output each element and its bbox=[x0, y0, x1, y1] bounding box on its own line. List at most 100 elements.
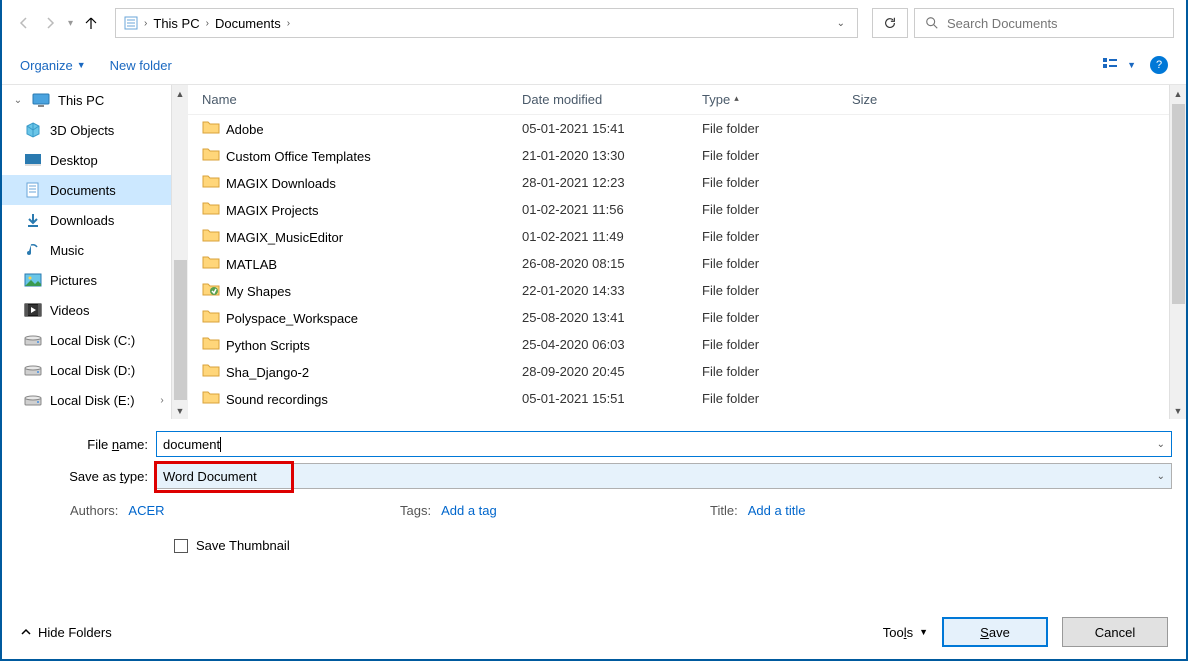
table-row[interactable]: Python Scripts25-04-2020 06:03File folde… bbox=[188, 331, 1186, 358]
chevron-right-icon[interactable]: › bbox=[144, 18, 147, 29]
folder-icon bbox=[202, 309, 226, 323]
sidebar-item-documents[interactable]: Documents bbox=[2, 175, 188, 205]
sidebar-scrollbar[interactable]: ▲ ▼ bbox=[171, 85, 188, 419]
title-label: Title: bbox=[710, 503, 738, 518]
forward-button[interactable] bbox=[40, 13, 60, 33]
file-name-label: File name: bbox=[16, 437, 156, 452]
refresh-button[interactable] bbox=[872, 8, 908, 38]
file-name: Adobe bbox=[226, 122, 264, 137]
table-row[interactable]: MAGIX Downloads28-01-2021 12:23File fold… bbox=[188, 169, 1186, 196]
file-type: File folder bbox=[702, 121, 852, 136]
file-type: File folder bbox=[702, 202, 852, 217]
tags-label: Tags: bbox=[400, 503, 431, 518]
sidebar-item-pictures[interactable]: Pictures bbox=[2, 265, 188, 295]
scroll-up-icon[interactable]: ▲ bbox=[172, 85, 188, 102]
help-button[interactable]: ? bbox=[1150, 56, 1168, 74]
table-row[interactable]: Adobe05-01-2021 15:41File folder bbox=[188, 115, 1186, 142]
table-row[interactable]: Polyspace_Workspace 25-08-2020 13:41File … bbox=[188, 304, 1186, 331]
table-row[interactable]: MAGIX_MusicEditor01-02-2021 11:49File fo… bbox=[188, 223, 1186, 250]
table-row[interactable]: Sound recordings05-01-2021 15:51File fol… bbox=[188, 385, 1186, 412]
table-row[interactable]: Custom Office Templates21-01-2020 13:30F… bbox=[188, 142, 1186, 169]
disk-icon bbox=[24, 332, 42, 348]
table-row[interactable]: My Shapes22-01-2020 14:33File folder bbox=[188, 277, 1186, 304]
folder-icon bbox=[202, 201, 226, 215]
search-icon bbox=[925, 16, 939, 30]
sidebar-item-label: Documents bbox=[50, 183, 116, 198]
table-row[interactable]: MAGIX Projects01-02-2021 11:56File folde… bbox=[188, 196, 1186, 223]
column-date[interactable]: Date modified bbox=[522, 92, 702, 107]
table-row[interactable]: MATLAB26-08-2020 08:15File folder bbox=[188, 250, 1186, 277]
docs-icon bbox=[24, 182, 42, 198]
table-row[interactable]: Sha_Django-228-09-2020 20:45File folder bbox=[188, 358, 1186, 385]
history-dropdown-icon[interactable]: ▾ bbox=[68, 18, 73, 29]
sidebar-item-downloads[interactable]: Downloads bbox=[2, 205, 188, 235]
chevron-right-icon[interactable]: › bbox=[287, 18, 290, 29]
sidebar-item-3d-objects[interactable]: 3D Objects bbox=[2, 115, 188, 145]
cancel-button[interactable]: Cancel bbox=[1062, 617, 1168, 647]
column-name[interactable]: Name bbox=[202, 92, 522, 107]
sidebar-item-label: Downloads bbox=[50, 213, 114, 228]
tags-value[interactable]: Add a tag bbox=[441, 503, 497, 518]
sidebar-item-label: Local Disk (E:) bbox=[50, 393, 135, 408]
sidebar-item-this-pc[interactable]: ⌄This PC bbox=[2, 85, 188, 115]
sidebar-item-desktop[interactable]: Desktop bbox=[2, 145, 188, 175]
folder-icon bbox=[202, 390, 226, 404]
sidebar-item-label: Local Disk (D:) bbox=[50, 363, 135, 378]
file-date: 25-08-2020 13:41 bbox=[522, 310, 702, 325]
up-button[interactable] bbox=[81, 13, 101, 33]
tools-menu[interactable]: Tools▼ bbox=[883, 625, 928, 640]
sidebar-item-music[interactable]: Music bbox=[2, 235, 188, 265]
title-value[interactable]: Add a title bbox=[748, 503, 806, 518]
save-type-select[interactable]: Word Document ⌄ bbox=[156, 463, 1172, 489]
chevron-right-icon[interactable]: › bbox=[206, 18, 209, 29]
sidebar-item-label: Pictures bbox=[50, 273, 97, 288]
file-name: Sha_Django-2 bbox=[226, 365, 309, 380]
save-button[interactable]: Save bbox=[942, 617, 1048, 647]
authors-value[interactable]: ACER bbox=[128, 503, 164, 518]
save-thumbnail-checkbox[interactable] bbox=[174, 539, 188, 553]
save-thumbnail-label[interactable]: Save Thumbnail bbox=[196, 538, 290, 553]
file-name: Sound recordings bbox=[226, 392, 328, 407]
new-folder-button[interactable]: New folder bbox=[110, 58, 172, 73]
sidebar-item-local-disk-d-[interactable]: Local Disk (D:) bbox=[2, 355, 188, 385]
chevron-icon: ⌄ bbox=[12, 95, 24, 106]
column-type[interactable]: Type▴ bbox=[702, 92, 852, 107]
sidebar-item-label: 3D Objects bbox=[50, 123, 114, 138]
downloads-icon bbox=[24, 212, 42, 228]
sidebar-item-local-disk-c-[interactable]: Local Disk (C:) bbox=[2, 325, 188, 355]
folder-icon bbox=[202, 120, 226, 134]
location-icon bbox=[122, 14, 140, 32]
authors-label: Authors: bbox=[70, 503, 118, 518]
scroll-down-icon[interactable]: ▼ bbox=[172, 402, 188, 419]
breadcrumb-this-pc[interactable]: This PC bbox=[151, 16, 201, 31]
hide-folders-button[interactable]: Hide Folders bbox=[20, 625, 112, 640]
file-date: 22-01-2020 14:33 bbox=[522, 283, 702, 298]
file-type: File folder bbox=[702, 148, 852, 163]
search-input[interactable]: Search Documents bbox=[914, 8, 1174, 38]
filelist-scrollbar[interactable]: ▲ ▼ bbox=[1169, 85, 1186, 419]
back-button[interactable] bbox=[14, 13, 34, 33]
videos-icon bbox=[24, 302, 42, 318]
sidebar-item-label: Desktop bbox=[50, 153, 98, 168]
pictures-icon bbox=[24, 272, 42, 288]
view-options-button[interactable]: ▼ bbox=[1103, 57, 1136, 73]
file-name: MAGIX Downloads bbox=[226, 176, 336, 191]
sidebar-item-videos[interactable]: Videos bbox=[2, 295, 188, 325]
search-placeholder: Search Documents bbox=[947, 16, 1058, 31]
column-size[interactable]: Size bbox=[852, 92, 1186, 107]
organize-menu[interactable]: Organize▼ bbox=[20, 58, 86, 73]
address-dropdown-icon[interactable]: ⌄ bbox=[831, 18, 851, 29]
file-name: MAGIX_MusicEditor bbox=[226, 230, 343, 245]
dropdown-icon[interactable]: ⌄ bbox=[1157, 471, 1165, 482]
file-date: 26-08-2020 08:15 bbox=[522, 256, 702, 271]
scroll-down-icon[interactable]: ▼ bbox=[1170, 402, 1186, 419]
folder-icon bbox=[202, 282, 226, 296]
breadcrumb-documents[interactable]: Documents bbox=[213, 16, 283, 31]
scroll-up-icon[interactable]: ▲ bbox=[1170, 85, 1186, 102]
file-name: Polyspace_Workspace bbox=[226, 311, 358, 326]
dropdown-icon[interactable]: ⌄ bbox=[1157, 439, 1165, 450]
file-name-input[interactable]: document ⌄ bbox=[156, 431, 1172, 457]
address-bar[interactable]: › This PC › Documents › ⌄ bbox=[115, 8, 858, 38]
file-type: File folder bbox=[702, 310, 852, 325]
sidebar-item-local-disk-e-[interactable]: Local Disk (E:)› bbox=[2, 385, 188, 415]
